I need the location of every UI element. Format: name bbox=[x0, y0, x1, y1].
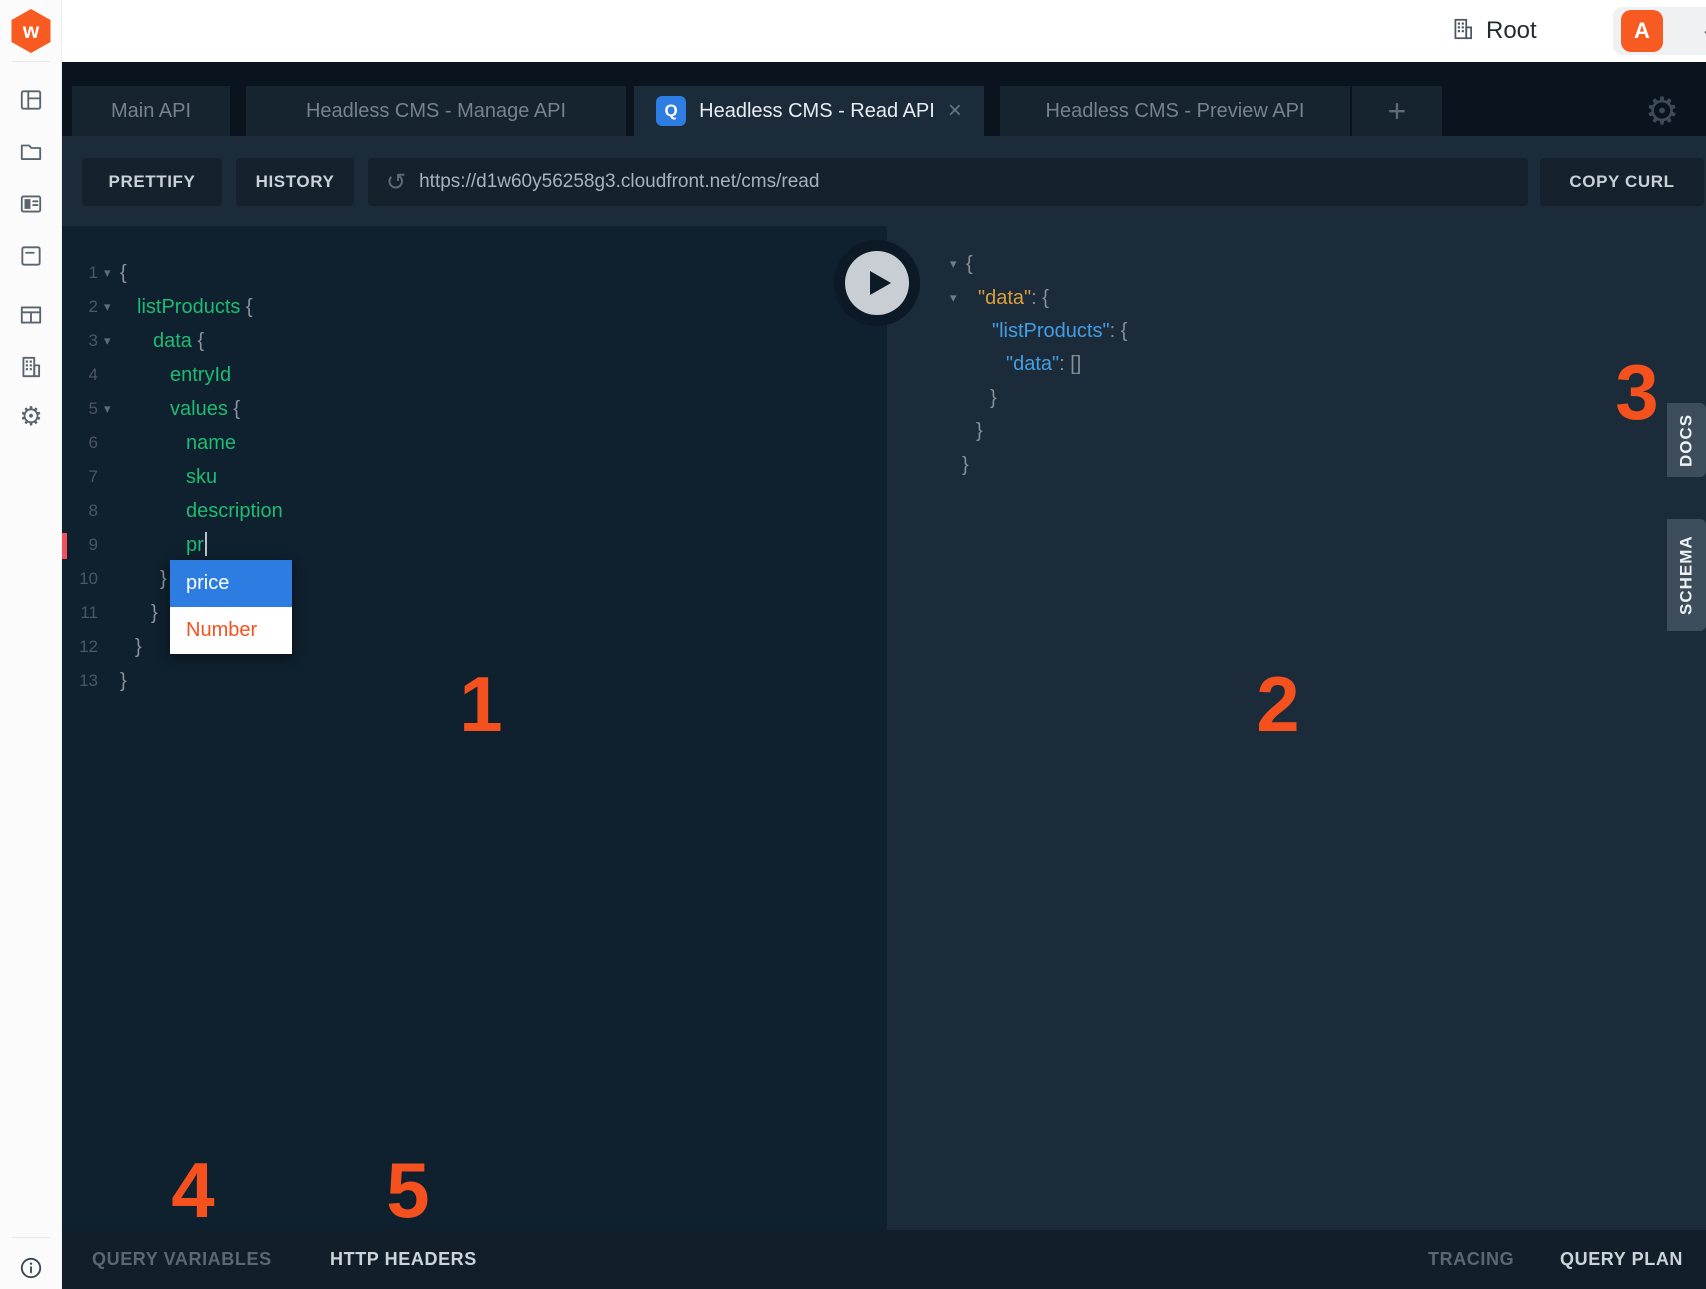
building-icon bbox=[1450, 16, 1476, 47]
add-tab-button[interactable]: + bbox=[1352, 86, 1442, 136]
sidebar: w ⚙ bbox=[0, 0, 62, 1289]
tenant-selector[interactable]: Root bbox=[1450, 0, 1537, 62]
tab-label: Main API bbox=[111, 100, 191, 123]
annotation-5: 5 bbox=[386, 1151, 429, 1229]
annotation-2: 2 bbox=[1256, 665, 1299, 743]
sidebar-bottom-divider bbox=[12, 1237, 50, 1238]
url-input[interactable] bbox=[419, 171, 1528, 193]
plus-icon: + bbox=[1388, 93, 1407, 130]
code-line: 4 entryId bbox=[0, 358, 887, 392]
close-icon[interactable]: × bbox=[948, 99, 962, 123]
schema-tab[interactable]: SCHEMA bbox=[1667, 519, 1706, 631]
form-builder-icon[interactable] bbox=[18, 243, 44, 269]
folder-icon[interactable] bbox=[18, 139, 44, 165]
fold-arrow-icon[interactable]: ▾ bbox=[104, 290, 120, 324]
url-bar: ↺ bbox=[368, 158, 1528, 206]
autocomplete-item-price[interactable]: price bbox=[170, 560, 292, 607]
logo-letter: w bbox=[22, 20, 40, 43]
code-line: 10 } bbox=[0, 562, 887, 596]
fold-arrow-icon[interactable]: ▾ bbox=[950, 281, 957, 315]
settings-gear-icon[interactable]: ⚙ bbox=[18, 403, 44, 429]
query-variables-toggle[interactable]: QUERY VARIABLES bbox=[92, 1230, 272, 1289]
tab-label: Headless CMS - Read API bbox=[699, 100, 935, 123]
fold-arrow-icon[interactable]: ▾ bbox=[950, 247, 957, 281]
tab-label: Headless CMS - Preview API bbox=[1046, 100, 1305, 123]
tab-main-api[interactable]: Main API bbox=[72, 86, 230, 136]
layout-icon[interactable] bbox=[18, 87, 44, 113]
autocomplete-dropdown: price Number bbox=[170, 560, 292, 654]
tab-read-api[interactable]: Q Headless CMS - Read API × bbox=[634, 86, 984, 136]
line-number: 1 bbox=[62, 256, 98, 290]
line-number: 7 bbox=[62, 460, 98, 494]
tab-label: Headless CMS - Manage API bbox=[306, 100, 566, 123]
autocomplete-item-number[interactable]: Number bbox=[170, 607, 292, 654]
cursor-caret bbox=[205, 532, 207, 556]
toolbar: PRETTIFY HISTORY ↺ COPY CURL bbox=[62, 136, 1706, 226]
tab-preview-api[interactable]: Headless CMS - Preview API bbox=[1000, 86, 1350, 136]
app-container: w ⚙ Root bbox=[0, 0, 1706, 1289]
page-builder-icon[interactable] bbox=[18, 191, 44, 217]
tenant-name: Root bbox=[1486, 17, 1537, 45]
http-headers-toggle[interactable]: HTTP HEADERS bbox=[330, 1230, 477, 1289]
annotation-1: 1 bbox=[459, 665, 502, 743]
code-line: 12 } bbox=[0, 630, 887, 664]
play-icon bbox=[868, 269, 892, 297]
code-line: 8 description bbox=[0, 494, 887, 528]
line-number: 8 bbox=[62, 494, 98, 528]
reset-icon[interactable]: ↺ bbox=[386, 168, 406, 197]
code-line: 11 } bbox=[0, 596, 887, 630]
code-line: 3 ▾ data { bbox=[0, 324, 887, 358]
code-line: 9 pr bbox=[0, 528, 887, 562]
prettify-button[interactable]: PRETTIFY bbox=[82, 158, 222, 206]
tab-manage-api[interactable]: Headless CMS - Manage API bbox=[246, 86, 626, 136]
execute-button-inner[interactable] bbox=[845, 251, 909, 315]
settings-gear-button[interactable]: ⚙ bbox=[1640, 90, 1684, 134]
code-line: 2 ▾ listProducts { bbox=[0, 290, 887, 324]
history-button[interactable]: HISTORY bbox=[236, 158, 354, 206]
docs-tab[interactable]: DOCS bbox=[1667, 403, 1706, 477]
code-line: 13 } bbox=[0, 664, 887, 698]
account-menu[interactable]: A bbox=[1613, 7, 1706, 55]
webiny-logo[interactable]: w bbox=[9, 8, 53, 54]
tenant-building-icon[interactable] bbox=[18, 354, 44, 380]
line-number: 2 bbox=[62, 290, 98, 324]
tracing-toggle[interactable]: TRACING bbox=[1428, 1230, 1514, 1289]
line-number: 11 bbox=[62, 596, 98, 630]
top-header: Root A bbox=[62, 0, 1706, 62]
avatar[interactable]: A bbox=[1621, 10, 1663, 52]
line-number: 12 bbox=[62, 630, 98, 664]
query-plan-toggle[interactable]: QUERY PLAN bbox=[1560, 1230, 1683, 1289]
line-number: 13 bbox=[62, 664, 98, 698]
code-line: 6 name bbox=[0, 426, 887, 460]
active-line-marker bbox=[62, 533, 67, 559]
query-badge: Q bbox=[656, 96, 686, 126]
cms-table-icon[interactable] bbox=[18, 302, 44, 328]
code-line: 1 ▾ { bbox=[0, 256, 887, 290]
annotation-3: 3 bbox=[1615, 353, 1658, 431]
line-number: 10 bbox=[62, 562, 98, 596]
line-number: 4 bbox=[62, 358, 98, 392]
line-number: 6 bbox=[62, 426, 98, 460]
annotation-4: 4 bbox=[171, 1151, 214, 1229]
code-line: 5 ▾ values { bbox=[0, 392, 887, 426]
line-number: 9 bbox=[62, 528, 98, 562]
footer-bar: QUERY VARIABLES HTTP HEADERS TRACING QUE… bbox=[62, 1230, 1706, 1289]
code-line: 7 sku bbox=[0, 460, 887, 494]
line-number: 5 bbox=[62, 392, 98, 426]
line-number: 3 bbox=[62, 324, 98, 358]
fold-arrow-icon[interactable]: ▾ bbox=[104, 324, 120, 358]
tab-bar: Main API Headless CMS - Manage API Q Hea… bbox=[62, 62, 1706, 136]
sidebar-divider bbox=[12, 61, 50, 62]
info-icon[interactable] bbox=[18, 1255, 44, 1281]
fold-arrow-icon[interactable]: ▾ bbox=[104, 256, 120, 290]
copy-curl-button[interactable]: COPY CURL bbox=[1540, 158, 1704, 206]
fold-arrow-icon[interactable]: ▾ bbox=[104, 392, 120, 426]
